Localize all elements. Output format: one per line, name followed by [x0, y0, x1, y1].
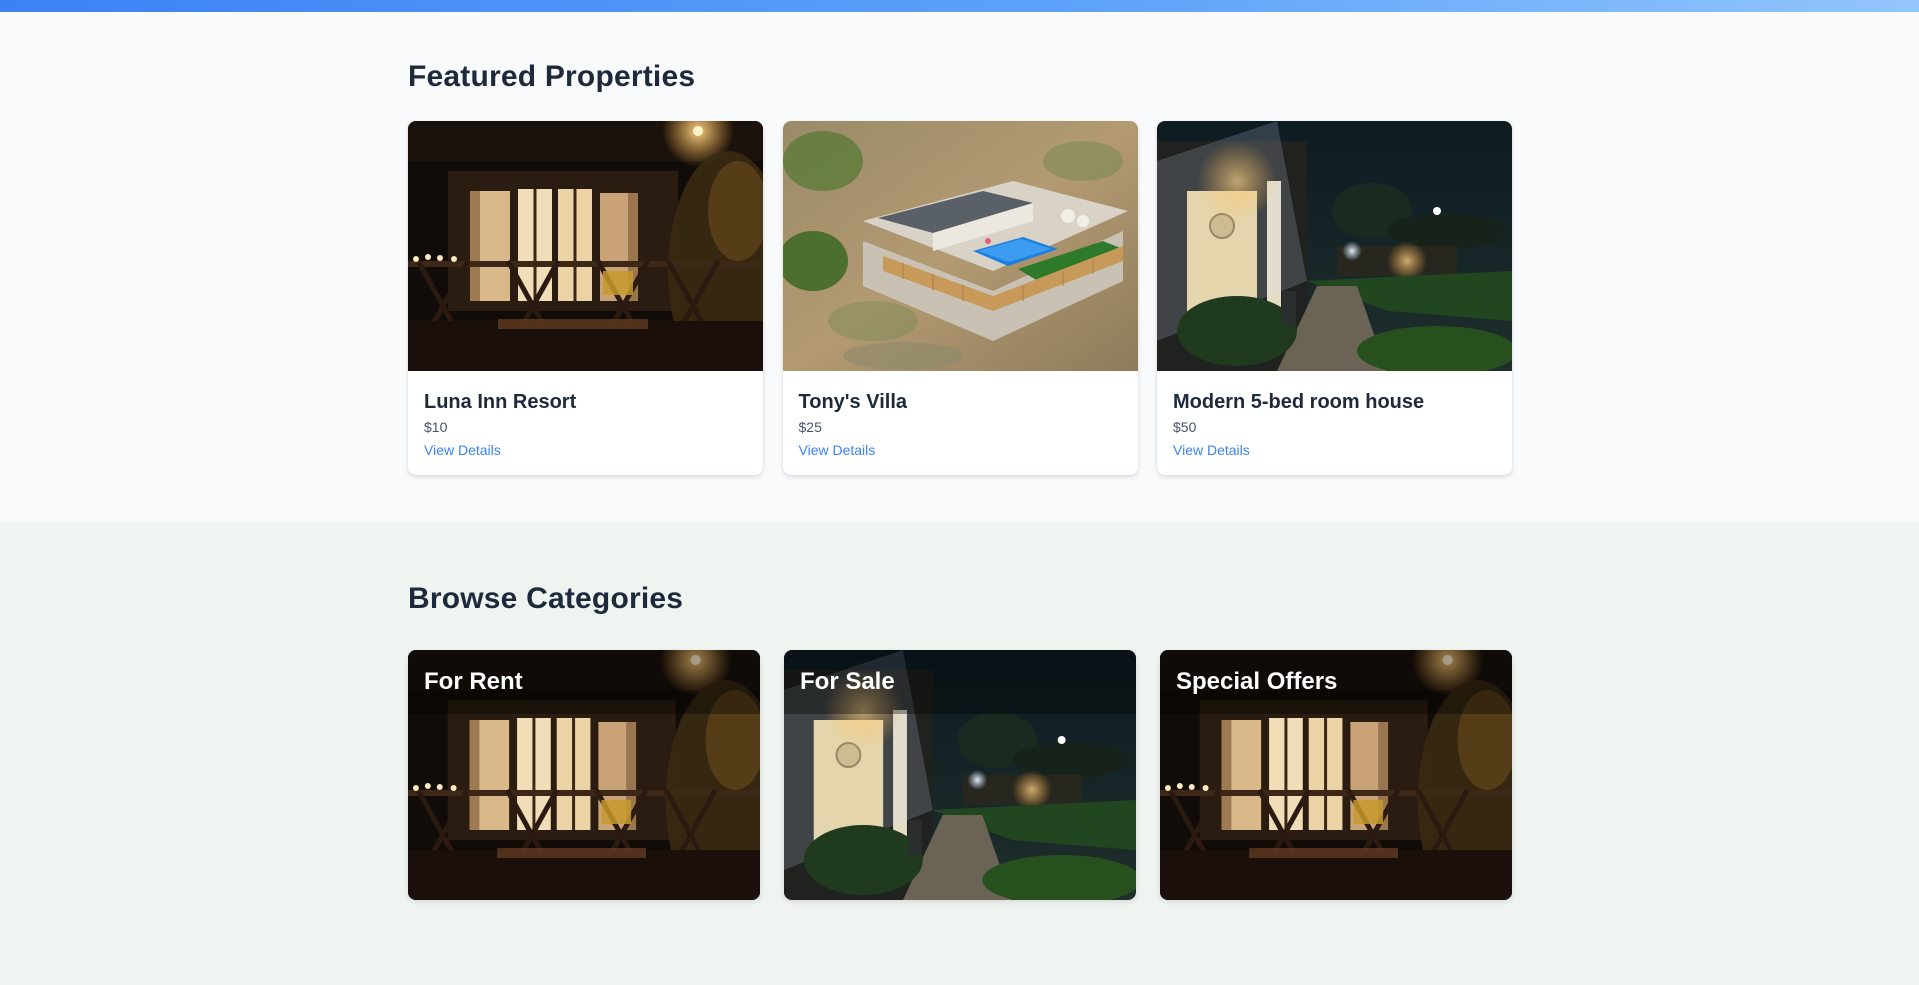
property-body: Tony's Villa $25 View Details [783, 371, 1138, 460]
property-title: Tony's Villa [798, 391, 908, 413]
property-card[interactable]: Luna Inn Resort $10 View Details [408, 121, 763, 475]
featured-container: Featured Properties Luna Inn Resort $10 … [408, 60, 1513, 475]
property-price: $10 [424, 419, 448, 435]
browse-container: Browse Categories For Rent For Sale Spec… [408, 582, 1513, 900]
view-details-link[interactable]: View Details [424, 441, 501, 459]
view-details-link[interactable]: View Details [1173, 441, 1250, 459]
browse-heading: Browse Categories [408, 582, 684, 615]
property-card[interactable]: Tony's Villa $25 View Details [782, 121, 1138, 475]
featured-heading: Featured Properties [408, 60, 696, 93]
view-details-link[interactable]: View Details [799, 441, 876, 459]
property-grid: Luna Inn Resort $10 View Details Tony's … [408, 121, 1513, 475]
property-card[interactable]: Modern 5-bed room house $50 View Details [1157, 121, 1512, 475]
category-grid: For Rent For Sale Special Offers [408, 650, 1513, 900]
category-label: Special Offers [1176, 668, 1338, 695]
property-body: Luna Inn Resort $10 View Details [408, 371, 763, 460]
property-body: Modern 5-bed room house $50 View Details [1157, 371, 1512, 460]
category-label: For Sale [800, 668, 895, 695]
property-photo [1157, 121, 1512, 371]
browse-categories-section: Browse Categories For Rent For Sale Spec… [0, 522, 1919, 985]
category-label: For Rent [424, 668, 523, 695]
property-title: Modern 5-bed room house [1173, 391, 1425, 413]
category-card-for-sale[interactable]: For Sale [784, 650, 1136, 900]
property-price: $50 [1173, 419, 1197, 435]
property-photo [408, 121, 763, 371]
property-title: Luna Inn Resort [424, 391, 577, 413]
property-price: $25 [798, 419, 822, 435]
category-card-for-rent[interactable]: For Rent [408, 650, 760, 900]
featured-section: Featured Properties Luna Inn Resort $10 … [0, 12, 1919, 522]
category-card-special-offers[interactable]: Special Offers [1160, 650, 1512, 900]
top-accent-bar [0, 0, 1919, 12]
property-photo [782, 121, 1138, 371]
